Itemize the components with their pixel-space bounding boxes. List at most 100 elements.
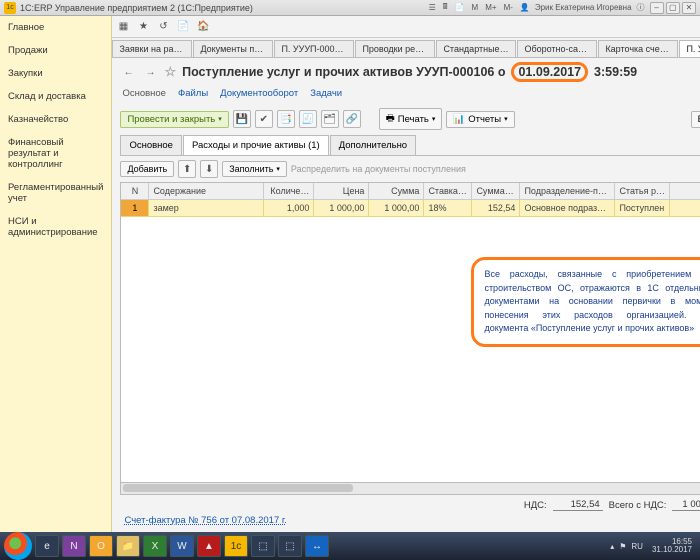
sidebar-item[interactable]: Закупки xyxy=(0,62,111,85)
print-button[interactable]: 🖶 Печать ▾ xyxy=(379,108,443,130)
doc-icon[interactable]: 📄 xyxy=(176,20,190,34)
info-icon[interactable]: ⓘ xyxy=(635,2,647,13)
down-icon[interactable]: ⬇ xyxy=(200,160,218,178)
tray-flag-icon[interactable]: ⚑ xyxy=(619,542,626,551)
subnav-docflow[interactable]: Документооборот xyxy=(220,88,298,99)
table-row[interactable]: 1 замер 1,000 1 000,00 1 000,00 18% 152,… xyxy=(121,200,700,217)
subtab-extra[interactable]: Дополнительно xyxy=(330,135,416,155)
tab[interactable]: Стандартные…× xyxy=(436,40,516,57)
col-price[interactable]: Цена xyxy=(314,183,369,199)
m-badge[interactable]: M- xyxy=(502,3,515,12)
close-icon[interactable]: × xyxy=(673,45,678,54)
col-n[interactable]: N xyxy=(121,183,149,199)
task-word[interactable]: W xyxy=(170,535,194,557)
task-explorer[interactable]: 📁 xyxy=(116,535,140,557)
task-app2[interactable]: ⬚ xyxy=(278,535,302,557)
form-icon[interactable]: 📑 xyxy=(277,110,295,128)
close-icon[interactable]: × xyxy=(591,45,596,54)
min-button[interactable]: ‒ xyxy=(650,2,664,14)
subnav-files[interactable]: Файлы xyxy=(178,88,208,99)
sidebar-item[interactable]: Главное xyxy=(0,16,111,39)
subtab-assets[interactable]: Расходы и прочие активы (1) xyxy=(183,135,329,155)
favorite-icon[interactable]: ☆ xyxy=(164,64,176,80)
max-button[interactable]: ▢ xyxy=(666,2,680,14)
tab[interactable]: Оборотно-са…× xyxy=(517,40,597,57)
col-qty[interactable]: Количе… xyxy=(264,183,314,199)
close-icon[interactable]: × xyxy=(513,45,517,54)
sidebar-item[interactable]: Финансовый результат и контроллинг xyxy=(0,131,111,176)
col-sum[interactable]: Сумма xyxy=(369,183,424,199)
save-icon[interactable]: 💾 xyxy=(233,110,251,128)
close-icon[interactable]: × xyxy=(428,45,433,54)
col-dept[interactable]: Подразделение-по… xyxy=(520,183,615,199)
col-stat[interactable]: Статья рас xyxy=(615,183,670,199)
forward-button[interactable]: → xyxy=(142,64,158,80)
start-button[interactable] xyxy=(4,532,32,560)
sidebar-item[interactable]: Склад и доставка xyxy=(0,85,111,108)
user-icon: 👤 xyxy=(518,3,532,12)
col-rate[interactable]: Ставка Н… xyxy=(424,183,472,199)
link-icon[interactable]: 🔗 xyxy=(343,110,361,128)
tab-active[interactable]: П. УУУП-000106× xyxy=(679,40,700,57)
close-button[interactable]: ✕ xyxy=(682,2,696,14)
task-excel[interactable]: X xyxy=(143,535,167,557)
taskbar: e N O 📁 X W ▲ 1c ⬚ ⬚ ↔ ▴ ⚑ RU 16:55 31.1… xyxy=(0,532,700,560)
task-onenote[interactable]: N xyxy=(62,535,86,557)
back-button[interactable]: ← xyxy=(120,64,136,80)
tray-expand-icon[interactable]: ▴ xyxy=(610,542,614,551)
data-grid: N Содержание Количе… Цена Сумма Ставка Н… xyxy=(120,182,700,483)
close-icon[interactable]: × xyxy=(187,45,192,54)
task-1c[interactable]: 1c xyxy=(224,535,248,557)
task-outlook[interactable]: O xyxy=(89,535,113,557)
app-icon: 1c xyxy=(4,2,16,14)
task-app[interactable]: ⬚ xyxy=(251,535,275,557)
task-pdf[interactable]: ▲ xyxy=(197,535,221,557)
h-scrollbar[interactable] xyxy=(120,483,700,495)
tab[interactable]: Документы п…× xyxy=(193,40,273,57)
tray-lang[interactable]: RU xyxy=(631,542,643,551)
dt-icon[interactable]: 🧾 xyxy=(299,110,317,128)
post-icon[interactable]: ✔ xyxy=(255,110,273,128)
sidebar-item[interactable]: Казначейство xyxy=(0,108,111,131)
sidebar-item[interactable]: Регламентированный учет xyxy=(0,176,111,210)
m-badge[interactable]: M+ xyxy=(483,3,498,12)
add-button[interactable]: Добавить xyxy=(120,161,174,177)
reports-button[interactable]: 📊 Отчеты ▾ xyxy=(446,111,514,128)
history-icon[interactable]: ↺ xyxy=(156,20,170,34)
subnav-tasks[interactable]: Задачи xyxy=(310,88,342,99)
doc-date: 01.09.2017 xyxy=(511,62,588,82)
taskbar-clock[interactable]: 16:55 31.10.2017 xyxy=(648,538,696,555)
post-and-close-button[interactable]: Провести и закрыть▾ xyxy=(120,111,228,128)
star-icon[interactable]: ★ xyxy=(136,20,150,34)
toolbar-glyph[interactable]: 🖩 xyxy=(441,1,450,15)
col-vat[interactable]: Сумма Н… xyxy=(472,183,520,199)
home-icon[interactable]: 🏠 xyxy=(196,20,210,34)
tab[interactable]: Карточка сче…× xyxy=(598,40,678,57)
close-icon[interactable]: × xyxy=(354,45,355,54)
toolbar-glyph[interactable]: ☰ xyxy=(427,3,438,12)
close-icon[interactable]: × xyxy=(267,45,272,54)
sidebar-item[interactable]: НСИ и администрирование xyxy=(0,210,111,244)
doc-title-pre: Поступление услуг и прочих активов УУУП-… xyxy=(182,65,505,79)
tab[interactable]: П. УУУП-000041× xyxy=(274,40,354,57)
tab[interactable]: Заявки на ра…× xyxy=(112,40,192,57)
invoice-link[interactable]: Счет-фактура № 756 от 07.08.2017 г. xyxy=(112,513,700,532)
task-ie[interactable]: e xyxy=(35,535,59,557)
task-teamviewer[interactable]: ↔ xyxy=(305,535,329,557)
subtab-main[interactable]: Основное xyxy=(120,135,182,155)
document-tabs: Заявки на ра…× Документы п…× П. УУУП-000… xyxy=(112,38,700,58)
fill-button[interactable]: Заполнить ▾ xyxy=(222,161,287,177)
col-content[interactable]: Содержание xyxy=(149,183,264,199)
tab[interactable]: Проводки ре…× xyxy=(355,40,435,57)
annotation-note: Все расходы, связанные с приобретением и… xyxy=(471,257,700,347)
total-value: 1 000,00 xyxy=(672,499,700,511)
struct-icon[interactable]: 🗂 xyxy=(321,110,339,128)
more-button[interactable]: Еще ▾ xyxy=(691,111,700,128)
toolbar-glyph[interactable]: 📄 xyxy=(453,3,467,12)
subnav-main[interactable]: Основное xyxy=(122,88,166,99)
sidebar-item[interactable]: Продажи xyxy=(0,39,111,62)
distribute-link: Распределить на документы поступления xyxy=(291,164,466,174)
up-icon[interactable]: ⬆ xyxy=(178,160,196,178)
m-badge[interactable]: M xyxy=(470,3,481,12)
apps-icon[interactable]: ▦ xyxy=(116,20,130,34)
